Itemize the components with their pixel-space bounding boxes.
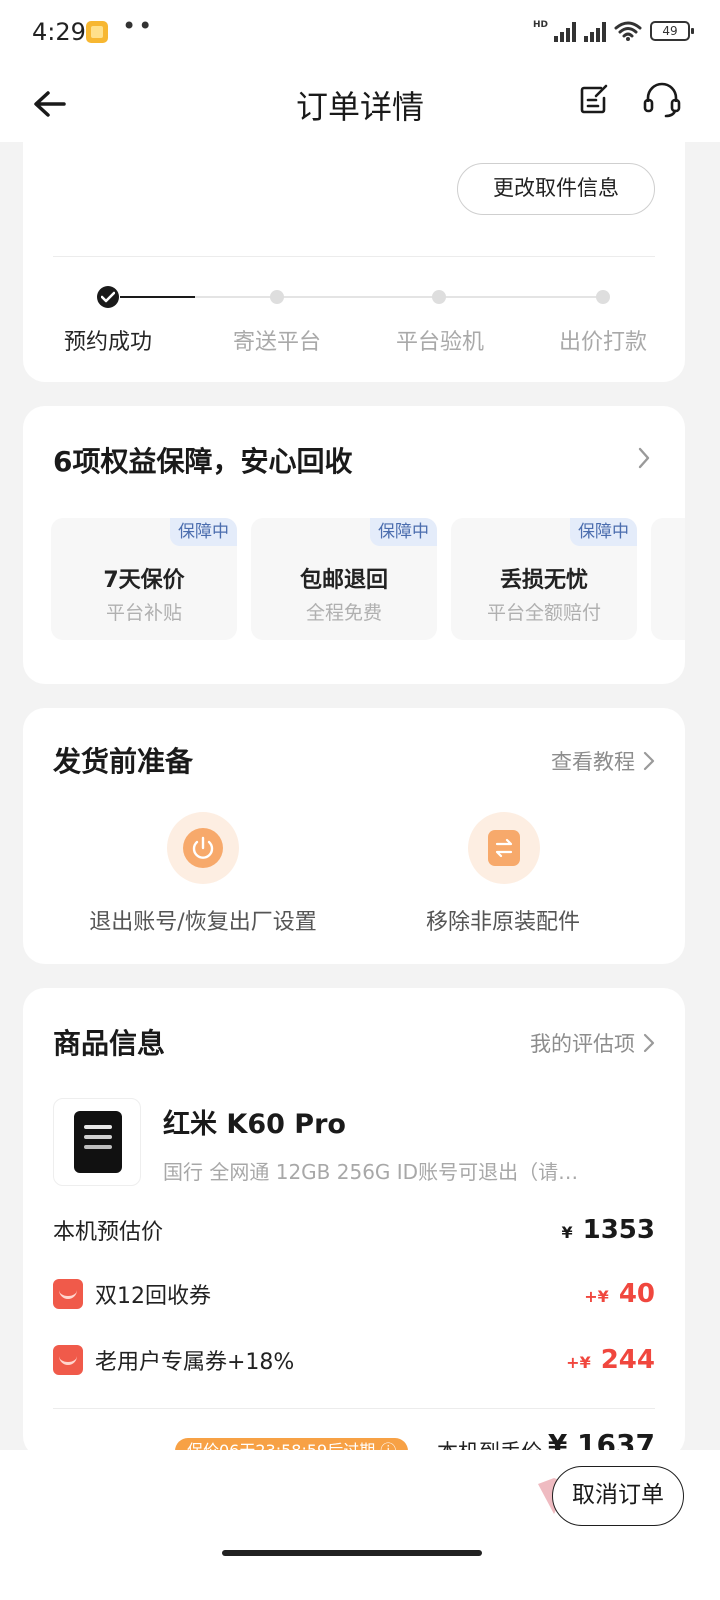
chevron-right-icon xyxy=(643,751,655,771)
prep-label: 移除非原装配件 xyxy=(425,910,580,935)
benefit-badge: 保障中 xyxy=(170,518,237,546)
progress-line-pending xyxy=(195,296,603,298)
benefit-title: 7天保价 xyxy=(103,568,185,593)
wifi-icon xyxy=(614,21,642,41)
view-tutorial-link[interactable]: 查看教程 xyxy=(551,746,655,776)
view-tutorial-label: 查看教程 xyxy=(551,750,635,774)
product-info-card: 商品信息 我的评估项 红米 K60 Pro 国行 全网通 12GB 256G I… xyxy=(23,988,685,1464)
step-label: 平台验机 xyxy=(395,330,484,355)
hd-icon: HD xyxy=(532,20,548,30)
home-indicator[interactable] xyxy=(222,1550,482,1556)
step-label: 寄送平台 xyxy=(232,330,321,355)
signal-icon xyxy=(554,20,576,42)
pickup-progress-card: 更改取件信息 预约成功 寄送平台 平台验机 出价打款 xyxy=(23,130,685,382)
benefit-subtitle: 全程免费 xyxy=(305,602,382,624)
product-spec: 国行 全网通 12GB 256G ID账号可退出（请… xyxy=(163,1160,579,1184)
customer-service-icon[interactable] xyxy=(640,80,684,120)
product-image xyxy=(53,1098,141,1186)
estimate-price-row: 本机预估价 ¥1353 xyxy=(53,1214,655,1246)
benefit-card[interactable]: 保障中 7天保价 平台补贴 xyxy=(51,518,237,640)
benefit-card-partial[interactable] xyxy=(651,518,685,640)
change-pickup-button[interactable]: 更改取件信息 xyxy=(457,163,655,215)
coupon-row: 双12回收券 +¥ 40 xyxy=(53,1278,655,1310)
divider xyxy=(53,256,655,257)
product-section-title: 商品信息 xyxy=(53,1027,166,1060)
status-icons: HD 49 xyxy=(532,20,694,42)
swap-icon[interactable] xyxy=(468,812,540,884)
coupon-value: +¥ 40 xyxy=(584,1279,655,1309)
divider xyxy=(53,1408,655,1409)
estimate-price-value: ¥1353 xyxy=(561,1215,655,1245)
benefits-title: 6项权益保障，安心回收 xyxy=(53,445,353,478)
benefit-badge: 保障中 xyxy=(370,518,437,546)
benefit-subtitle: 平台补贴 xyxy=(105,602,182,624)
status-bar: 4:29 •• HD 49 xyxy=(0,0,720,64)
benefit-card[interactable]: 保障中 丢损无忧 平台全额赔付 xyxy=(451,518,637,640)
prep-title: 发货前准备 xyxy=(53,745,194,778)
red-envelope-icon xyxy=(53,1345,83,1375)
benefit-badge: 保障中 xyxy=(570,518,637,546)
benefit-title: 丢损无忧 xyxy=(499,568,588,593)
power-icon[interactable] xyxy=(167,812,239,884)
coupon-value: +¥ 244 xyxy=(566,1345,655,1375)
benefit-title: 包邮退回 xyxy=(299,568,388,593)
estimate-price-label: 本机预估价 xyxy=(53,1220,164,1245)
phone-image-icon xyxy=(74,1111,122,1173)
coupon-row: 老用户专属券+18% +¥ 244 xyxy=(53,1344,655,1376)
step-dot xyxy=(596,290,610,304)
chevron-right-icon xyxy=(643,1033,655,1053)
benefit-subtitle: 平台全额赔付 xyxy=(486,602,601,624)
shipping-prep-card: 发货前准备 查看教程 退出账号/恢复出厂设置 移除非原装配件 xyxy=(23,708,685,964)
bottom-action-bar: 取消订单 xyxy=(0,1450,720,1600)
progress-line-done xyxy=(120,296,195,298)
coupon-label: 老用户专属券+18% xyxy=(53,1344,294,1376)
my-assessment-link[interactable]: 我的评估项 xyxy=(530,1028,655,1058)
step-dot xyxy=(432,290,446,304)
prep-label: 退出账号/恢复出厂设置 xyxy=(89,910,317,935)
step-done-check-icon xyxy=(97,286,119,308)
chevron-right-icon[interactable] xyxy=(637,446,651,470)
status-time: 4:29 xyxy=(32,18,86,46)
edit-note-icon[interactable] xyxy=(574,80,614,120)
cancel-order-button[interactable]: 取消订单 xyxy=(552,1466,684,1526)
battery-icon: 49 xyxy=(650,21,694,41)
benefits-card[interactable]: 6项权益保障，安心回收 保障中 7天保价 平台补贴 保障中 包邮退回 全程免费 … xyxy=(23,406,685,684)
step-dot xyxy=(270,290,284,304)
signal-icon-2 xyxy=(584,20,606,42)
my-assessment-label: 我的评估项 xyxy=(530,1032,635,1056)
step-label: 预约成功 xyxy=(63,330,152,355)
product-name: 红米 K60 Pro xyxy=(163,1109,346,1140)
notification-app-icon xyxy=(86,21,108,43)
red-envelope-icon xyxy=(53,1279,83,1309)
benefit-card[interactable]: 保障中 包邮退回 全程免费 xyxy=(251,518,437,640)
step-label: 出价打款 xyxy=(558,330,647,355)
status-more-dots: •• xyxy=(122,12,155,40)
coupon-label: 双12回收券 xyxy=(53,1278,211,1310)
